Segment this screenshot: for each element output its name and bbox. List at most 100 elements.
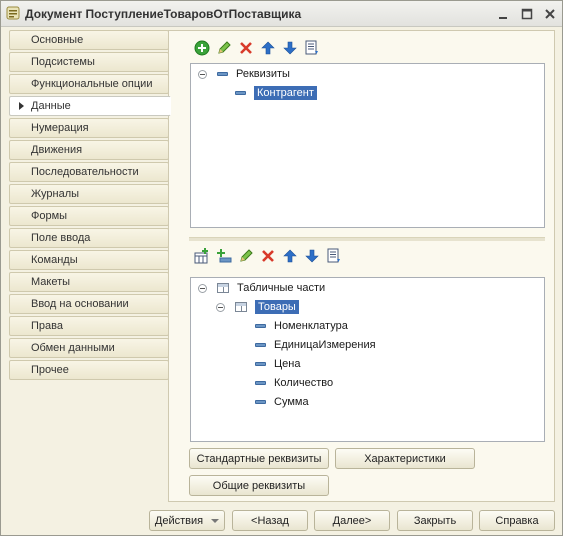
tree-column-item[interactable]: Номенклатура bbox=[255, 317, 348, 335]
move-up-tabular-button[interactable] bbox=[279, 246, 301, 266]
tree-column-item[interactable]: Цена bbox=[255, 355, 300, 373]
tab-label: Команды bbox=[31, 254, 78, 266]
common-attributes-button[interactable]: Общие реквизиты bbox=[189, 475, 329, 496]
tree-column-item[interactable]: Сумма bbox=[255, 393, 309, 411]
tab-data[interactable]: Данные bbox=[9, 96, 171, 116]
column-label: ЕдиницаИзмерения bbox=[274, 339, 376, 351]
tab-subsystems[interactable]: Подсистемы bbox=[9, 52, 169, 72]
add-column-button[interactable] bbox=[213, 246, 235, 266]
add-tabular-part-button[interactable] bbox=[191, 246, 213, 266]
minimize-button[interactable] bbox=[494, 5, 512, 23]
edit-tabular-button[interactable] bbox=[235, 246, 257, 266]
column-label: Сумма bbox=[274, 396, 309, 408]
characteristics-button[interactable]: Характеристики bbox=[335, 448, 475, 469]
tree-root-tabular-parts[interactable]: Табличные части bbox=[198, 279, 325, 297]
arrow-up-icon bbox=[261, 41, 275, 55]
dropdown-arrow-icon bbox=[211, 518, 220, 523]
tab-movements[interactable]: Движения bbox=[9, 140, 169, 160]
tab-label: Поле ввода bbox=[31, 232, 91, 244]
delete-attribute-button[interactable] bbox=[235, 38, 257, 58]
actions-dropdown-button[interactable]: Действия bbox=[149, 510, 225, 531]
move-down-tabular-button[interactable] bbox=[301, 246, 323, 266]
tree-column-item[interactable]: ЕдиницаИзмерения bbox=[255, 336, 376, 354]
tab-sequences[interactable]: Последовательности bbox=[9, 162, 169, 182]
button-label: Закрыть bbox=[413, 514, 457, 527]
tab-functional-options[interactable]: Функциональные опции bbox=[9, 74, 169, 94]
close-icon bbox=[545, 9, 555, 19]
tab-label: Последовательности bbox=[31, 166, 139, 178]
button-label: Далее> bbox=[332, 514, 372, 527]
back-button[interactable]: <Назад bbox=[232, 510, 308, 531]
attribute-icon bbox=[217, 72, 228, 76]
tree-root-label: Табличные части bbox=[237, 282, 326, 294]
column-label: Количество bbox=[274, 377, 334, 389]
sort-list-button[interactable] bbox=[301, 38, 323, 58]
arrow-down-icon bbox=[305, 249, 319, 263]
next-button[interactable]: Далее> bbox=[314, 510, 390, 531]
tab-label: Права bbox=[31, 320, 63, 332]
tabular-parts-tree[interactable]: Табличные части Товары Номенклатура Един… bbox=[190, 277, 545, 442]
collapse-icon[interactable] bbox=[198, 69, 207, 79]
arrow-down-icon bbox=[283, 41, 297, 55]
table-icon bbox=[235, 302, 247, 312]
tab-label: Макеты bbox=[31, 276, 71, 288]
add-attribute-button[interactable] bbox=[191, 38, 213, 58]
tab-input-field[interactable]: Поле ввода bbox=[9, 228, 169, 248]
column-label: Номенклатура bbox=[274, 320, 348, 332]
close-button[interactable]: Закрыть bbox=[397, 510, 473, 531]
delete-icon bbox=[262, 250, 274, 262]
delete-tabular-button[interactable] bbox=[257, 246, 279, 266]
attribute-icon bbox=[255, 381, 266, 385]
arrow-up-icon bbox=[283, 249, 297, 263]
collapse-icon[interactable] bbox=[216, 302, 225, 312]
tab-input-by-basis[interactable]: Ввод на основании bbox=[9, 294, 169, 314]
tab-label: Ввод на основании bbox=[31, 298, 129, 310]
document-app-icon bbox=[6, 6, 20, 20]
help-button[interactable]: Справка bbox=[479, 510, 555, 531]
tab-other[interactable]: Прочее bbox=[9, 360, 169, 380]
tab-templates[interactable]: Макеты bbox=[9, 272, 169, 292]
column-label: Цена bbox=[274, 358, 301, 370]
collapse-icon[interactable] bbox=[198, 283, 207, 293]
attribute-icon bbox=[235, 91, 246, 95]
button-label: Справка bbox=[495, 514, 539, 527]
delete-icon bbox=[240, 42, 252, 54]
splitter[interactable] bbox=[189, 237, 545, 241]
standard-attributes-button[interactable]: Стандартные реквизиты bbox=[189, 448, 329, 469]
tab-rights[interactable]: Права bbox=[9, 316, 169, 336]
add-icon bbox=[194, 40, 210, 56]
tree-root-attributes[interactable]: Реквизиты bbox=[198, 65, 290, 83]
pencil-icon bbox=[240, 249, 253, 262]
tab-label: Движения bbox=[31, 144, 83, 156]
maximize-icon bbox=[521, 8, 533, 20]
tab-label: Журналы bbox=[31, 188, 80, 200]
sort-tabular-button[interactable] bbox=[323, 246, 345, 266]
tab-label: Функциональные опции bbox=[31, 78, 153, 90]
tree-root-label: Реквизиты bbox=[236, 68, 290, 80]
tab-commands[interactable]: Команды bbox=[9, 250, 169, 270]
tree-item-goods[interactable]: Товары bbox=[216, 298, 299, 316]
tree-column-item[interactable]: Количество bbox=[255, 374, 333, 392]
active-tab-arrow-icon bbox=[19, 102, 24, 110]
button-label: Действия bbox=[154, 514, 204, 527]
tab-forms[interactable]: Формы bbox=[9, 206, 169, 226]
tab-numbering[interactable]: Нумерация bbox=[9, 118, 169, 138]
add-table-icon bbox=[194, 248, 208, 264]
designer-window: Документ ПоступлениеТоваровОтПоставщика … bbox=[0, 0, 563, 536]
add-attribute-icon bbox=[217, 249, 232, 263]
tabular-parts-toolbar bbox=[191, 246, 345, 266]
tab-data-exchange[interactable]: Обмен данными bbox=[9, 338, 169, 358]
attributes-tree[interactable]: Реквизиты Контрагент bbox=[190, 63, 545, 228]
tab-journals[interactable]: Журналы bbox=[9, 184, 169, 204]
move-down-button[interactable] bbox=[279, 38, 301, 58]
tree-item-counterparty[interactable]: Контрагент bbox=[235, 84, 317, 102]
button-label: Характеристики bbox=[364, 452, 446, 465]
edit-attribute-button[interactable] bbox=[213, 38, 235, 58]
close-window-button[interactable] bbox=[541, 5, 559, 23]
tab-basic[interactable]: Основные bbox=[9, 30, 169, 50]
maximize-button[interactable] bbox=[518, 5, 536, 23]
tab-label: Обмен данными bbox=[31, 342, 115, 354]
pencil-icon bbox=[218, 41, 231, 54]
window-title: Документ ПоступлениеТоваровОтПоставщика bbox=[25, 7, 302, 21]
move-up-button[interactable] bbox=[257, 38, 279, 58]
